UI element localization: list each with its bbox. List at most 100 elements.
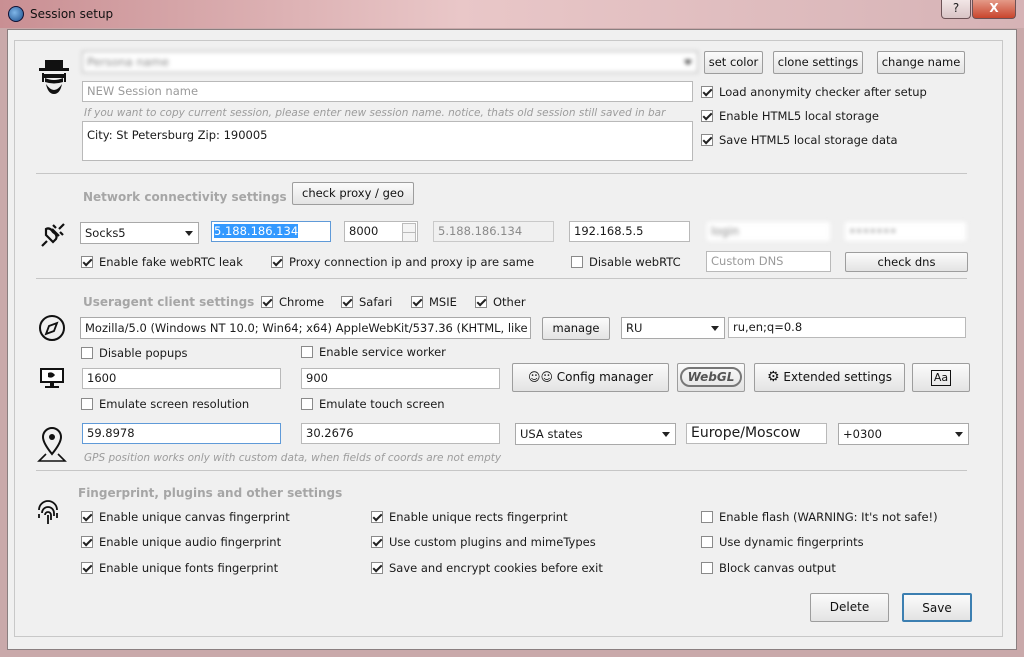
set-color-button[interactable]: set color <box>704 51 763 74</box>
audio-fp-checkbox[interactable]: Enable unique audio fingerprint <box>81 534 281 550</box>
separator <box>36 173 967 174</box>
cookies-checkbox[interactable]: Save and encrypt cookies before exit <box>371 560 603 576</box>
checkbox-label: Load anonymity checker after setup <box>719 85 927 99</box>
close-button[interactable]: X <box>972 0 1016 19</box>
proxy-type-select[interactable]: Socks5 <box>80 222 199 244</box>
load-anonymity-checkbox[interactable]: Load anonymity checker after setup <box>701 84 927 100</box>
canvas-fp-checkbox[interactable]: Enable unique canvas fingerprint <box>81 509 290 525</box>
msie-checkbox[interactable]: MSIE <box>411 294 457 310</box>
separator <box>36 470 967 471</box>
useragent-section-heading: Useragent client settings <box>83 295 255 309</box>
checkbox-box[interactable] <box>701 536 713 548</box>
checkbox-box[interactable] <box>271 256 283 268</box>
custom-dns-input[interactable]: Custom DNS <box>706 251 831 272</box>
checkbox-box[interactable] <box>81 536 93 548</box>
checkbox-label: Disable webRTC <box>589 255 681 269</box>
emulate-touch-checkbox[interactable]: Emulate touch screen <box>301 396 445 412</box>
checkbox-box[interactable] <box>261 296 273 308</box>
help-button[interactable]: ? <box>941 0 971 19</box>
checkbox-box[interactable] <box>81 347 93 359</box>
checkbox-box[interactable] <box>701 562 713 574</box>
flash-checkbox[interactable]: Enable flash (WARNING: It's not safe!) <box>701 509 938 525</box>
safari-checkbox[interactable]: Safari <box>341 294 392 310</box>
rects-fp-checkbox[interactable]: Enable unique rects fingerprint <box>371 509 568 525</box>
disable-webrtc-checkbox[interactable]: Disable webRTC <box>571 254 681 270</box>
checkbox-label: Enable flash (WARNING: It's not safe!) <box>719 510 938 524</box>
new-session-name-input[interactable]: NEW Session name <box>82 81 693 102</box>
checkbox-box[interactable] <box>701 134 713 146</box>
checkbox-box[interactable] <box>371 562 383 574</box>
session-name-select[interactable]: Persona name <box>82 51 698 73</box>
fingerprint-section-heading: Fingerprint, plugins and other settings <box>78 486 343 500</box>
webgl-button[interactable]: WebGL <box>677 363 745 392</box>
spin-down-icon[interactable] <box>402 232 416 241</box>
check-dns-button[interactable]: check dns <box>845 252 968 272</box>
change-name-button[interactable]: change name <box>877 51 965 74</box>
useragent-select[interactable]: Mozilla/5.0 (Windows NT 10.0; Win64; x64… <box>80 317 531 339</box>
screen-height-input[interactable]: 900 <box>301 368 500 389</box>
delete-button[interactable]: Delete <box>810 593 889 622</box>
plugins-checkbox[interactable]: Use custom plugins and mimeTypes <box>371 534 596 550</box>
checkbox-box[interactable] <box>341 296 353 308</box>
checkbox-box[interactable] <box>81 256 93 268</box>
fingerprint-icon <box>38 500 58 524</box>
proxy-ip-input[interactable]: 5.188.186.134 <box>211 221 331 242</box>
emulate-resolution-checkbox[interactable]: Emulate screen resolution <box>81 396 249 412</box>
config-manager-button[interactable]: ☺☺ Config manager <box>512 363 669 392</box>
compass-icon <box>39 315 65 341</box>
checkbox-label: Enable unique canvas fingerprint <box>99 510 290 524</box>
same-ip-checkbox[interactable]: Proxy connection ip and proxy ip are sam… <box>271 254 534 270</box>
latitude-input[interactable]: 59.8978 <box>82 423 281 444</box>
timezone-offset-select[interactable]: +0300 <box>838 423 969 445</box>
checkbox-box[interactable] <box>571 256 583 268</box>
checkbox-box[interactable] <box>81 511 93 523</box>
accept-language-input[interactable]: ru,en;q=0.8 <box>728 317 966 338</box>
clone-settings-button[interactable]: clone settings <box>773 51 863 74</box>
disable-popups-checkbox[interactable]: Disable popups <box>81 345 188 361</box>
enable-html5-checkbox[interactable]: Enable HTML5 local storage <box>701 108 879 124</box>
save-html5-checkbox[interactable]: Save HTML5 local storage data <box>701 132 898 148</box>
checkbox-box[interactable] <box>701 511 713 523</box>
screen-width-input[interactable]: 1600 <box>82 368 281 389</box>
proxy-port-spinbox[interactable]: 8000 <box>344 221 418 242</box>
checkbox-box[interactable] <box>701 110 713 122</box>
extended-settings-label: Extended settings <box>783 370 893 384</box>
checkbox-box[interactable] <box>475 296 487 308</box>
region-select[interactable]: USA states <box>515 423 676 445</box>
checkbox-label: Block canvas output <box>719 561 836 575</box>
dynamic-fp-checkbox[interactable]: Use dynamic fingerprints <box>701 534 864 550</box>
manage-button[interactable]: manage <box>542 317 610 340</box>
fonts-button[interactable]: Aa <box>912 363 970 392</box>
language-select[interactable]: RU <box>621 317 725 339</box>
proxy-password-input[interactable]: ••••••• <box>844 221 967 242</box>
checkbox-box[interactable] <box>371 536 383 548</box>
checkbox-label: MSIE <box>429 295 457 309</box>
other-checkbox[interactable]: Other <box>475 294 526 310</box>
checkbox-box[interactable] <box>81 562 93 574</box>
fake-webrtc-checkbox[interactable]: Enable fake webRTC leak <box>81 254 243 270</box>
gear-icon: ⚙ <box>766 369 780 385</box>
proxy-login-input[interactable]: login <box>706 221 831 242</box>
timezone-input[interactable]: Europe/Moscow <box>686 423 827 444</box>
chrome-checkbox[interactable]: Chrome <box>261 294 324 310</box>
checkbox-box[interactable] <box>301 346 313 358</box>
checkbox-box[interactable] <box>371 511 383 523</box>
checkbox-label: Enable unique rects fingerprint <box>389 510 568 524</box>
checkbox-label: Save HTML5 local storage data <box>719 133 898 147</box>
checkbox-box[interactable] <box>411 296 423 308</box>
check-proxy-button[interactable]: check proxy / geo <box>292 182 414 205</box>
service-worker-checkbox[interactable]: Enable service worker <box>301 344 446 360</box>
checkbox-box[interactable] <box>81 398 93 410</box>
checkbox-box[interactable] <box>301 398 313 410</box>
title-bar <box>0 0 1024 28</box>
block-canvas-checkbox[interactable]: Block canvas output <box>701 560 836 576</box>
copy-session-hint: If you want to copy current session, ple… <box>84 107 666 119</box>
fonts-fp-checkbox[interactable]: Enable unique fonts fingerprint <box>81 560 278 576</box>
local-ip-input[interactable]: 192.168.5.5 <box>569 221 690 242</box>
longitude-input[interactable]: 30.2676 <box>301 423 500 444</box>
window-title: Session setup <box>30 7 114 21</box>
save-button[interactable]: Save <box>902 593 972 622</box>
session-notes-textarea[interactable]: City: St Petersburg Zip: 190005 <box>82 121 693 161</box>
checkbox-box[interactable] <box>701 86 713 98</box>
extended-settings-button[interactable]: ⚙ Extended settings <box>754 363 905 392</box>
